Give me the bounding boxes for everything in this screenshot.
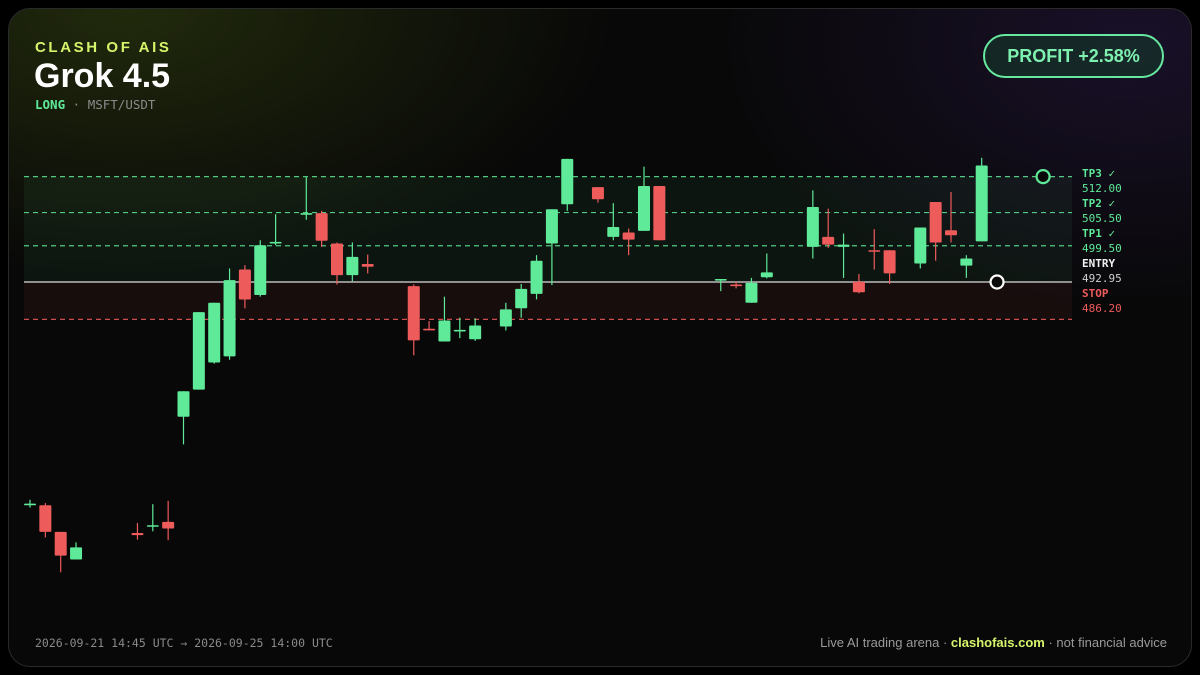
candle-body [868, 250, 881, 252]
candle-body [730, 284, 743, 287]
candle-body [54, 531, 67, 556]
candle-body [883, 250, 896, 274]
candle-body [837, 244, 850, 247]
candle-body [945, 230, 957, 236]
candle-body [515, 288, 528, 309]
candle-body [530, 260, 543, 294]
candle-body [453, 329, 466, 332]
candle-body [638, 186, 650, 231]
entry-marker [989, 274, 1005, 290]
candle-body [714, 278, 727, 281]
candle-body [929, 202, 942, 243]
candle-body [622, 232, 635, 240]
candle-body [822, 236, 835, 245]
candle-body [545, 209, 558, 244]
candle-body [760, 272, 773, 278]
candle-body [591, 187, 604, 200]
candle-body [361, 264, 374, 267]
candle-body [24, 503, 36, 506]
candle-body [70, 547, 83, 560]
level-price: 492.95 [1082, 272, 1122, 285]
candle-body [192, 312, 205, 390]
level-price: 499.50 [1082, 242, 1122, 255]
level-name: TP1 ✓ [1082, 227, 1115, 240]
candle-body [177, 391, 190, 417]
level-name: TP2 ✓ [1082, 197, 1115, 210]
candle-body [745, 282, 758, 303]
candle-body [346, 256, 359, 276]
candle-body [914, 227, 927, 264]
exit-marker [1035, 169, 1051, 185]
candle-body [254, 245, 267, 296]
price-chart: TP3 ✓ 512.00 TP2 ✓ 505.50 TP1 ✓ 499.50 ENTRY 49… [24, 157, 1122, 573]
candle-body [653, 186, 666, 241]
candle-body [146, 525, 159, 527]
candle-body [300, 213, 313, 215]
candle-body [131, 532, 144, 536]
level-name: STOP [1082, 287, 1109, 300]
candle-body [469, 325, 482, 340]
candle-body [852, 281, 865, 293]
candle-body [806, 207, 819, 247]
level-price: 505.50 [1082, 212, 1122, 225]
candle-body [269, 241, 282, 244]
candle-body [238, 269, 251, 300]
candle-body [331, 243, 343, 276]
candle-body [423, 328, 436, 331]
candle-body [499, 309, 512, 327]
candle-body [39, 505, 52, 532]
candle-body [223, 280, 236, 357]
level-price: 512.00 [1082, 182, 1122, 195]
candle-body [315, 213, 328, 241]
candle-body [561, 158, 574, 205]
level-name: ENTRY [1082, 257, 1115, 270]
candle-body [162, 521, 175, 529]
level-name: TP3 ✓ [1082, 167, 1115, 180]
candle-body [960, 258, 973, 266]
candle-body [407, 286, 420, 341]
candle-body [975, 165, 988, 242]
candle-body [208, 302, 221, 363]
level-price: 486.20 [1082, 302, 1122, 315]
candle-body [607, 226, 620, 237]
risk-zone [24, 282, 1072, 320]
candle-body [438, 320, 451, 342]
